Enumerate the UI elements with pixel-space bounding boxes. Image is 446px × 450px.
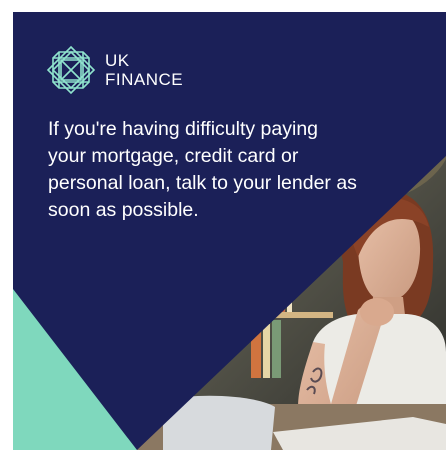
uk-finance-logo: UK FINANCE [45,44,183,96]
brand-name: UK FINANCE [105,51,183,89]
uk-finance-ad-card: UK FINANCE If you're having difficulty p… [13,12,446,450]
uk-finance-lattice-icon [46,45,96,95]
brand-line-finance: FINANCE [105,70,184,89]
headline-message: If you're having difficulty paying your … [48,118,357,221]
brand-line-uk: UK [105,51,130,70]
